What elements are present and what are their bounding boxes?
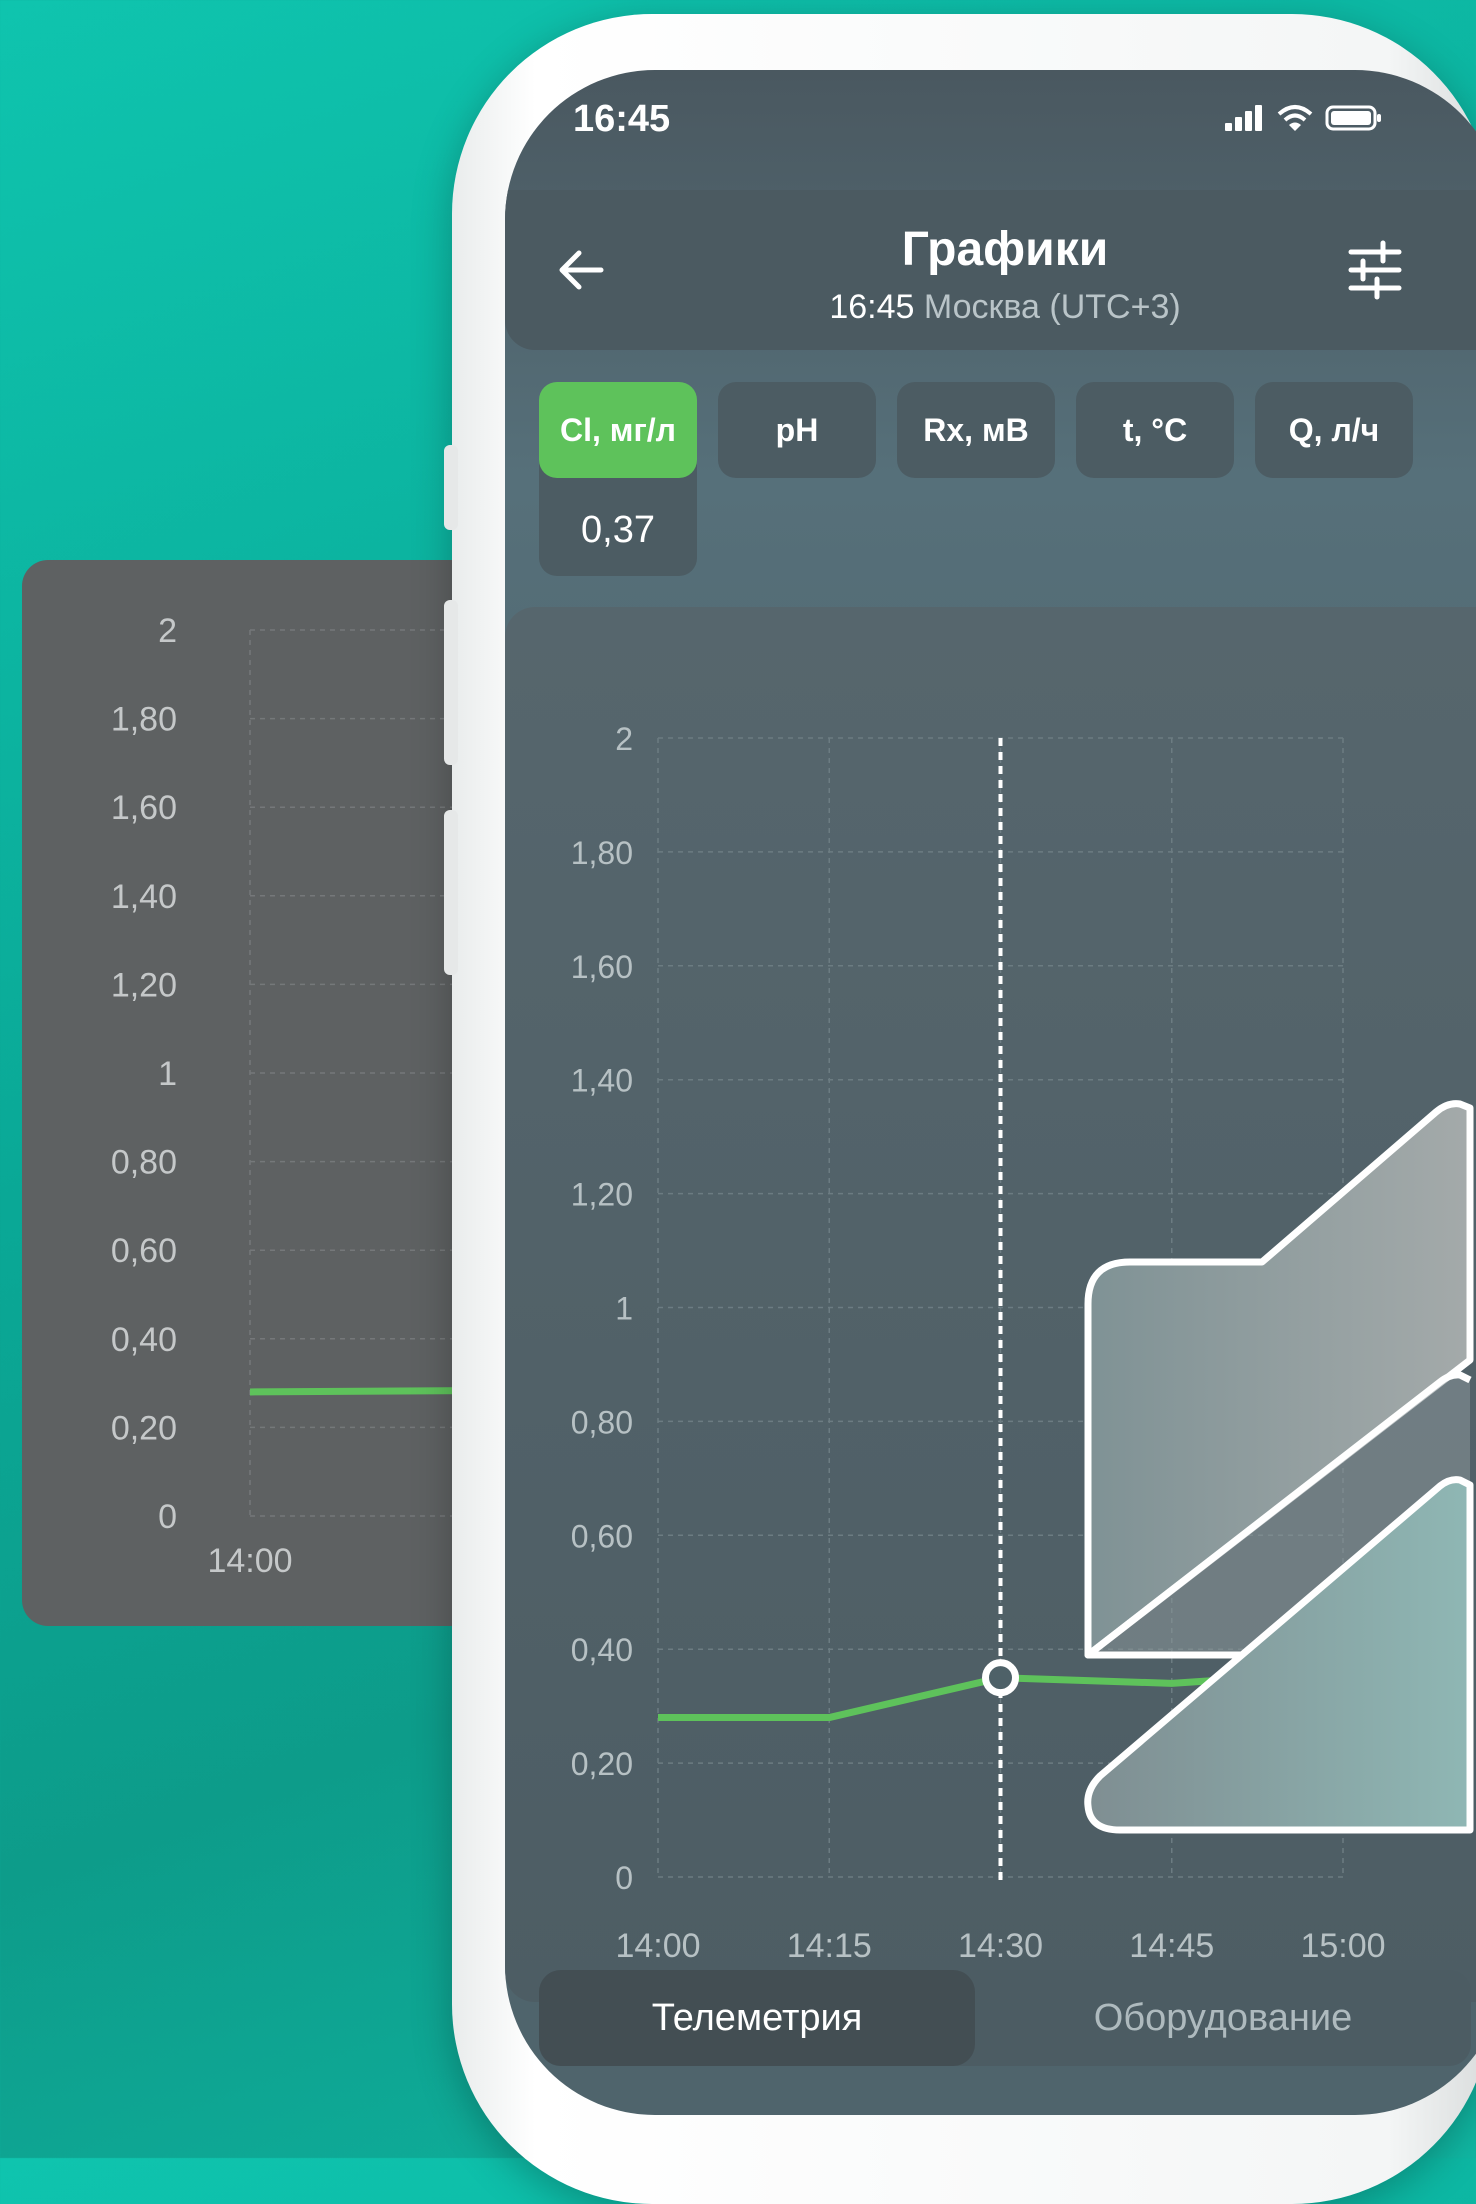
page-title: Графики <box>901 223 1109 276</box>
filter-settings-icon[interactable] <box>1345 240 1405 300</box>
y-tick-label: 0,40 <box>111 1321 177 1359</box>
tab-equipment[interactable]: Оборудование <box>975 1970 1471 2066</box>
tab-rx[interactable]: Rx, мВ <box>897 382 1055 478</box>
y-tick-label: 1,40 <box>111 878 177 916</box>
y-tick-label: 2 <box>158 612 177 650</box>
y-tick-label: 0,60 <box>571 1518 633 1554</box>
app-header: Графики 16:45 Москва (UTC+3) <box>505 190 1476 350</box>
bottom-segmented-control: Телеметрия Оборудование <box>539 1970 1471 2066</box>
x-tick-label: 14:00 <box>207 1542 292 1580</box>
y-tick-label: 0,80 <box>111 1144 177 1182</box>
y-tick-label: 1,40 <box>571 1063 633 1099</box>
y-tick-label: 1,60 <box>111 789 177 827</box>
phone-button <box>444 600 458 765</box>
x-tick-label: 14:30 <box>958 1927 1043 1965</box>
status-icons <box>1225 104 1383 132</box>
parameter-tabs: Cl, мг/л pH Rx, мВ t, °C Q, л/ч <box>539 382 1419 482</box>
x-tick-label: 14:45 <box>1129 1927 1214 1965</box>
y-tick-label: 1,80 <box>111 701 177 739</box>
y-tick-label: 1,80 <box>571 835 633 871</box>
y-tick-label: 1 <box>615 1291 633 1327</box>
y-tick-label: 0,60 <box>111 1232 177 1270</box>
tab-temperature[interactable]: t, °C <box>1076 382 1234 478</box>
phone-button <box>444 810 458 975</box>
status-bar: 16:45 <box>505 70 1476 190</box>
status-time: 16:45 <box>573 98 671 140</box>
y-tick-label: 1,20 <box>111 966 177 1004</box>
subtitle-zone: Москва (UTC+3) <box>923 288 1181 326</box>
y-tick-label: 0,20 <box>111 1409 177 1447</box>
x-tick-label: 14:00 <box>615 1927 700 1965</box>
battery-icon <box>1325 105 1381 131</box>
subtitle-time: 16:45 <box>829 288 915 326</box>
x-tick-label: 14:15 <box>787 1927 872 1965</box>
wifi-icon <box>1277 105 1313 131</box>
y-tick-label: 0,40 <box>571 1632 633 1668</box>
cursor-point <box>982 1659 1019 1697</box>
tab-telemetry[interactable]: Телеметрия <box>539 1970 975 2066</box>
signal-icon <box>1225 105 1262 131</box>
phone-button <box>444 445 458 530</box>
y-tick-label: 0,20 <box>571 1746 633 1782</box>
current-value: 0,37 <box>581 509 655 551</box>
tab-ph[interactable]: pH <box>718 382 876 478</box>
y-tick-label: 0,80 <box>571 1404 633 1440</box>
y-tick-label: 1,60 <box>571 949 633 985</box>
y-tick-label: 0 <box>615 1860 633 1896</box>
brand-logo-decoration <box>1084 1100 1474 1834</box>
y-tick-label: 1,20 <box>571 1177 633 1213</box>
tab-flow[interactable]: Q, л/ч <box>1255 382 1413 478</box>
x-tick-label: 15:00 <box>1300 1927 1385 1965</box>
y-tick-label: 2 <box>615 721 633 757</box>
y-tick-label: 1 <box>158 1055 177 1093</box>
page-subtitle: 16:45 Москва (UTC+3) <box>505 288 1476 327</box>
y-tick-label: 0 <box>158 1498 177 1536</box>
tab-cl[interactable]: Cl, мг/л <box>539 382 697 478</box>
